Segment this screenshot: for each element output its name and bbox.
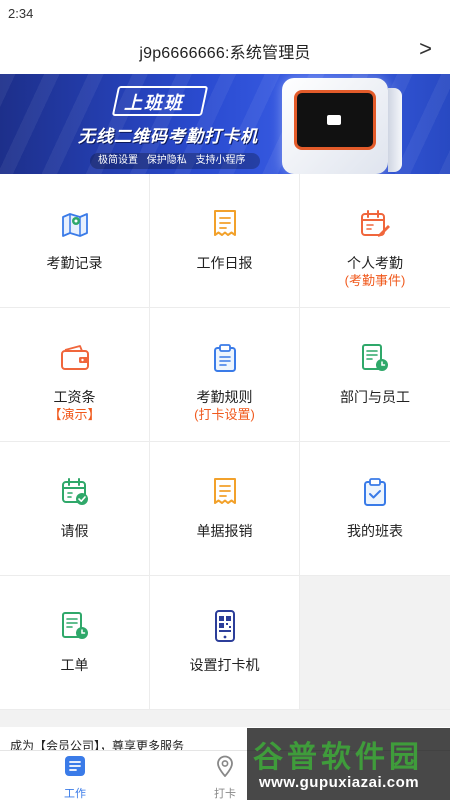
grid-item-personal-attendance[interactable]: 个人考勤 (考勤事件) bbox=[300, 174, 450, 308]
document-clock-icon bbox=[59, 610, 91, 642]
clipboard-icon bbox=[209, 342, 241, 374]
chevron-right-icon[interactable]: > bbox=[419, 38, 432, 60]
tab-label: 打卡 bbox=[214, 788, 236, 800]
clipboard-check-icon bbox=[359, 476, 391, 508]
promo-banner[interactable]: 上班班 无线二维码考勤打卡机 极简设置 保护隐私 支持小程序 bbox=[0, 74, 450, 174]
map-icon bbox=[59, 208, 91, 240]
grid-item-label: 考勤规则 bbox=[196, 389, 253, 405]
grid-item-label: 考勤记录 bbox=[46, 255, 103, 271]
tagline-item: 支持小程序 bbox=[195, 155, 246, 166]
banner-brand: 上班班 bbox=[124, 93, 184, 113]
grid-item-departments-staff[interactable]: 部门与员工 bbox=[300, 308, 450, 442]
grid-item-sublabel: (打卡设置) bbox=[194, 407, 255, 422]
document-clock-icon bbox=[359, 342, 391, 374]
page-title: j9p6666666:系统管理员 bbox=[139, 45, 311, 62]
grid-item-payslip[interactable]: 工资条 【演示】 bbox=[0, 308, 150, 442]
grid-item-label: 工单 bbox=[60, 657, 89, 673]
grid-item-label: 部门与员工 bbox=[340, 389, 410, 405]
site-watermark: 谷普软件园 www.gupuxiazai.com bbox=[247, 728, 450, 800]
tab-label: 工作 bbox=[64, 788, 86, 800]
grid-empty-slot bbox=[300, 576, 450, 710]
status-time: 2:34 bbox=[8, 6, 34, 21]
feature-grid: 考勤记录 工作日报 个人考勤 (考勤事件) 工资条 【演示】 考勤规则 (打卡设… bbox=[0, 174, 450, 710]
calendar-edit-icon bbox=[359, 208, 391, 240]
grid-item-attendance-records[interactable]: 考勤记录 bbox=[0, 174, 150, 308]
header: j9p6666666:系统管理员 > bbox=[0, 28, 450, 74]
grid-item-label: 设置打卡机 bbox=[189, 657, 260, 673]
status-bar: 2:34 bbox=[0, 0, 450, 28]
grid-item-sublabel: 【演示】 bbox=[48, 407, 101, 422]
wallet-icon bbox=[59, 342, 91, 374]
work-list-icon bbox=[64, 755, 86, 782]
scanner-device-image bbox=[282, 78, 402, 174]
grid-item-my-schedule[interactable]: 我的班表 bbox=[300, 442, 450, 576]
tagline-item: 极简设置 bbox=[98, 155, 138, 166]
grid-item-label: 个人考勤 bbox=[347, 255, 403, 271]
grid-item-setup-clock-machine[interactable]: 设置打卡机 bbox=[150, 576, 300, 710]
scanner-window bbox=[294, 90, 376, 150]
grid-item-label: 单据报销 bbox=[196, 523, 253, 539]
watermark-title: 谷普软件园 bbox=[253, 741, 423, 774]
receipt-icon bbox=[209, 208, 241, 240]
grid-item-work-order[interactable]: 工单 bbox=[0, 576, 150, 710]
location-pin-icon bbox=[215, 755, 235, 782]
watermark-url: www.gupuxiazai.com bbox=[259, 774, 420, 791]
calendar-check-icon bbox=[59, 476, 91, 508]
grid-item-label: 工作日报 bbox=[196, 255, 253, 271]
grid-item-work-daily-report[interactable]: 工作日报 bbox=[150, 174, 300, 308]
grid-item-attendance-rules[interactable]: 考勤规则 (打卡设置) bbox=[150, 308, 300, 442]
grid-item-label: 我的班表 bbox=[347, 523, 403, 539]
grid-item-expense-reimbursement[interactable]: 单据报销 bbox=[150, 442, 300, 576]
grid-item-sublabel: (考勤事件) bbox=[344, 273, 406, 288]
tagline-item: 保护隐私 bbox=[146, 155, 187, 166]
scanner-side bbox=[388, 88, 402, 172]
banner-taglines: 极简设置 保护隐私 支持小程序 bbox=[90, 153, 260, 169]
tab-check-in[interactable]: 打卡 bbox=[195, 755, 255, 800]
grid-item-label: 工资条 bbox=[53, 389, 96, 405]
banner-slogan: 无线二维码考勤打卡机 bbox=[78, 127, 258, 146]
receipt-icon bbox=[209, 476, 241, 508]
grid-item-leave[interactable]: 请假 bbox=[0, 442, 150, 576]
grid-item-label: 请假 bbox=[60, 523, 89, 539]
tab-work[interactable]: 工作 bbox=[45, 755, 105, 800]
phone-qr-icon bbox=[209, 610, 241, 642]
